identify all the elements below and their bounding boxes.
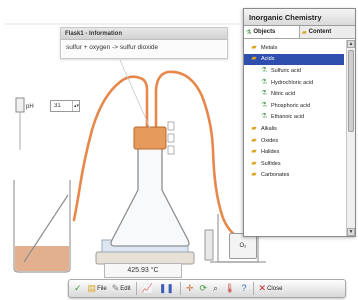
tree-item[interactable]: ⚗ Nitric acid — [244, 88, 346, 100]
info-box-title: Flask1 - Information — [61, 28, 227, 40]
tree-item[interactable]: ⚗ Phosphoric acid — [244, 100, 346, 112]
add-button[interactable]: ✛ — [184, 281, 197, 296]
thermometer-button[interactable]: 🌡 — [222, 281, 238, 296]
rubber-stopper — [133, 126, 167, 150]
folder-icon: ▰ — [251, 159, 257, 167]
file-label: File — [97, 285, 107, 292]
tree-item[interactable]: ▰ Metals — [244, 42, 346, 54]
help-button[interactable]: ? — [240, 281, 250, 296]
flask-icon: ⚗ — [260, 113, 268, 121]
folder-icon: ▰ — [251, 124, 257, 132]
tree-item-label: Hydrochloric acid — [271, 79, 314, 86]
close-label: Close — [267, 285, 283, 292]
tree-item-label: Oxides — [261, 137, 279, 144]
object-tree: ▰ Metals ▰ Acids ⚗ Sulfuric acid ⚗ Hydrochloric… — [244, 40, 346, 236]
close-icon: ✕ — [258, 283, 267, 293]
flask-info-box: Flask1 - Information sulfur + oxygen -> … — [60, 27, 228, 59]
flask-icon: ⚗ — [260, 90, 268, 98]
panel-scrollbar[interactable]: ▲ ▼ — [346, 40, 355, 236]
zoom-button[interactable]: ⌕ — [211, 281, 221, 296]
ph-probe-head — [15, 97, 25, 113]
flask-icon: ⚗ — [260, 101, 268, 109]
scroll-down-button[interactable]: ▼ — [347, 228, 355, 236]
toolbar-separator — [179, 282, 181, 295]
beaker-liquid — [15, 246, 69, 271]
tree-item[interactable]: ▰ Alkalis — [244, 123, 346, 135]
info-box-text: sulfur + oxygen -> sulfur dioxide — [66, 44, 159, 51]
graph-button[interactable]: 📈 — [140, 281, 156, 296]
file-icon: ▤ — [87, 283, 97, 293]
folder-icon: ▰ — [251, 136, 257, 144]
folder-icon: ▰ — [251, 171, 257, 179]
help-icon: ? — [241, 283, 247, 293]
tree-item[interactable]: ⚗ Hydrochloric acid — [244, 77, 346, 89]
check-button[interactable]: ✓ — [72, 281, 85, 296]
tree-item[interactable]: ⚗ Ethanoic acid — [244, 112, 346, 124]
tree-item-label: Acids — [261, 56, 275, 63]
scale-mark-1 — [167, 121, 175, 131]
tree-item[interactable]: ▰ Acids — [244, 53, 344, 66]
ph-spinner-button[interactable]: ▴▾ — [72, 101, 80, 111]
flask-icon: ⚗ — [260, 78, 268, 86]
tree-item-label: Sulfuric acid — [271, 67, 301, 74]
edit-label: Edit — [120, 285, 131, 292]
panel-title: Inorganic Chemistry — [244, 9, 355, 26]
edit-icon: ✎ — [111, 283, 120, 293]
tab-content-label: Content — [308, 29, 332, 35]
close-button[interactable]: ✕ Close — [257, 281, 285, 296]
tab-content[interactable]: ▰ Content — [300, 26, 355, 38]
temperature-display: 425.93 °C — [104, 263, 182, 278]
toolbar-separator — [135, 282, 137, 295]
flask-icon: ⚗ — [246, 29, 252, 36]
rotate-icon: ⟳ — [199, 283, 208, 293]
folder-icon: ▰ — [251, 43, 257, 51]
tree-item-label: Halides — [261, 149, 280, 156]
tree-item[interactable]: ▰ Oxides — [244, 135, 346, 147]
lab-workspace: Flask1 - Information sulfur + oxygen -> … — [0, 0, 358, 300]
panel-tabs: ⚗ Objects ▰ Content — [244, 26, 355, 39]
tree-item-label: Carbonates — [261, 172, 290, 179]
tree-item[interactable]: ▰ Halides — [244, 146, 346, 158]
tree-item-label: Nitric acid — [271, 91, 296, 98]
file-button[interactable]: ▤ File — [86, 281, 109, 296]
tree-item-label: Metals — [261, 44, 278, 51]
clamp — [204, 229, 214, 261]
pause-button[interactable]: ❚❚ — [157, 281, 177, 296]
magnifier-icon: ⌕ — [213, 283, 219, 293]
main-toolbar: ✓ ▤ File ✎ Edit 📈 ❚❚ ✛ ⟳ ⌕ 🌡 ? ✕ Close — [68, 279, 346, 298]
tree-item[interactable]: ▰ Carbonates — [244, 170, 346, 182]
scroll-up-button[interactable]: ▲ — [347, 40, 355, 48]
crosshair-icon: ✛ — [185, 283, 194, 293]
tree-item[interactable]: ⚗ Sulfuric acid — [244, 65, 346, 77]
thermometer-icon: 🌡 — [224, 283, 236, 293]
scale-mark-3 — [167, 145, 175, 155]
scroll-thumb[interactable] — [348, 50, 354, 132]
tree-item[interactable]: ▰ Sulfides — [244, 158, 346, 170]
toolbar-separator — [252, 282, 254, 295]
folder-icon: ▰ — [251, 148, 257, 156]
tab-objects-label: Objects — [253, 29, 276, 35]
flask-icon: ⚗ — [260, 66, 268, 74]
checkmark-icon: ✓ — [74, 283, 82, 293]
graph-icon: 📈 — [141, 283, 153, 293]
tab-objects[interactable]: ⚗ Objects — [244, 26, 300, 38]
folder-icon: ▰ — [302, 29, 307, 36]
scale-mark-2 — [167, 133, 175, 143]
tree-item-label: Alkalis — [261, 125, 277, 132]
tree-item-label: Sulfides — [261, 160, 281, 167]
tree-item-label: Phosphoric acid — [271, 102, 311, 109]
folder-icon: ▰ — [251, 55, 257, 63]
edit-button[interactable]: ✎ Edit — [110, 281, 133, 296]
ph-label: pH — [26, 104, 34, 110]
inorganic-chemistry-panel: Inorganic Chemistry ⚗ Objects ▰ Content … — [243, 8, 356, 237]
rotate-button[interactable]: ⟳ — [197, 281, 210, 296]
pause-icon: ❚❚ — [158, 283, 174, 293]
tree-item-label: Ethanoic acid — [271, 114, 305, 121]
